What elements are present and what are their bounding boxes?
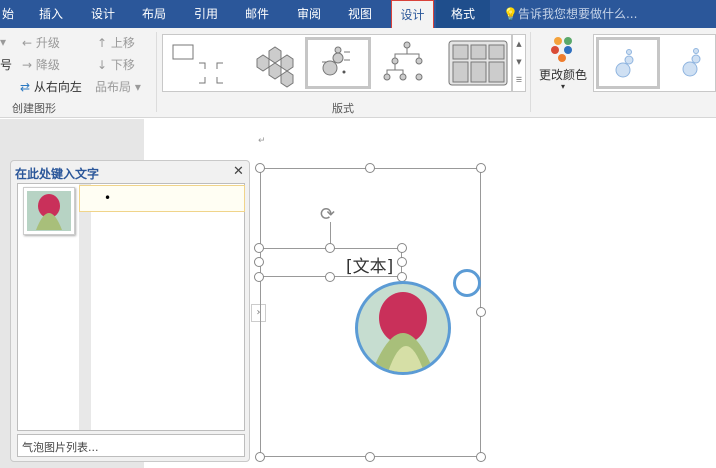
rose-bud-image — [372, 292, 434, 372]
layout-option-bubble-picture-list[interactable] — [305, 37, 371, 89]
rotate-handle-icon[interactable]: ⟳ — [320, 204, 335, 225]
layouts-group-label: 版式 — [332, 102, 354, 115]
resize-handle[interactable] — [254, 257, 264, 267]
scroll-up-icon[interactable]: ▲ — [513, 35, 525, 53]
layouts-gallery — [162, 34, 512, 92]
text-pane: 在此处键入文字 ✕ • 气泡图片列表... — [10, 160, 250, 462]
tab-review[interactable]: 审阅 — [294, 0, 324, 28]
tab-view[interactable]: 视图 — [345, 0, 375, 28]
layout-option-hexagons[interactable] — [237, 37, 303, 89]
layout-description-link[interactable]: 气泡图片列表... — [17, 434, 245, 457]
move-up-button[interactable]: ↑ 上移 — [97, 34, 135, 51]
text-placeholder[interactable]: [文本] — [346, 252, 393, 277]
resize-handle[interactable] — [255, 452, 265, 462]
small-bubble-shape[interactable] — [453, 269, 481, 297]
resize-handle[interactable] — [254, 272, 264, 282]
tab-insert[interactable]: 插入 — [36, 0, 66, 28]
change-colors-button[interactable]: 更改颜色 — [539, 66, 587, 83]
right-to-left-button[interactable]: ⇄ 从右向左 — [20, 78, 82, 95]
resize-handle[interactable] — [397, 257, 407, 267]
resize-handle[interactable] — [476, 452, 486, 462]
group-divider — [530, 32, 531, 112]
close-icon[interactable]: ✕ — [233, 164, 244, 179]
paragraph-mark: ↵ — [258, 136, 266, 146]
group-divider — [156, 32, 157, 112]
layout-option-frame[interactable] — [167, 37, 233, 89]
layout-option-hierarchy[interactable] — [375, 37, 441, 89]
style-option[interactable] — [596, 37, 660, 89]
tell-me-box[interactable]: 💡告诉我您想要做什么... — [503, 0, 643, 28]
resize-handle[interactable] — [255, 163, 265, 173]
promote-button[interactable]: ← 升级 — [22, 34, 60, 51]
scroll-down-icon[interactable]: ▼ — [513, 53, 525, 71]
smartart-styles-gallery — [593, 34, 716, 92]
text-pane-title: 在此处键入文字 — [15, 167, 100, 181]
tab-layout[interactable]: 布局 — [139, 0, 169, 28]
create-graphic-group-label: 创建图形 — [12, 102, 56, 115]
layout-button[interactable]: 品布局 ▾ — [95, 78, 141, 95]
swap-icon: ⇄ — [20, 80, 31, 94]
resize-handle[interactable] — [365, 452, 375, 462]
style-option[interactable] — [666, 37, 716, 89]
demote-button[interactable]: → 降级 — [22, 56, 60, 73]
tab-references[interactable]: 引用 — [191, 0, 221, 28]
gallery-scroll[interactable]: ▲ ▼ ☰ — [512, 34, 526, 92]
resize-handle[interactable] — [397, 243, 407, 253]
tab-design[interactable]: 设计 — [88, 0, 118, 28]
resize-handle[interactable] — [325, 272, 335, 282]
text-entry-bullet[interactable]: • — [79, 185, 245, 212]
resize-handle[interactable] — [365, 163, 375, 173]
chevron-down-icon[interactable]: ▾ — [561, 82, 565, 91]
picture-bubble-shape[interactable] — [355, 281, 451, 375]
org-chart-icon: 品 — [95, 80, 108, 94]
resize-handle[interactable] — [254, 243, 264, 253]
indent-bar — [79, 184, 91, 430]
tab-smartart-design[interactable]: 设计 — [391, 0, 434, 30]
ribbon-tab-bar: 始 插入 设计 布局 引用 邮件 审阅 视图 设计 格式 💡告诉我您想要做什么.… — [0, 0, 716, 30]
layout-option-table-list[interactable] — [445, 37, 511, 89]
picture-thumbnail[interactable] — [23, 187, 75, 235]
bullet-dropdown-arrow[interactable]: ▾ — [0, 35, 6, 49]
resize-handle[interactable] — [325, 243, 335, 253]
add-bullet-button[interactable]: 号 — [0, 56, 12, 73]
color-dots-icon — [548, 36, 578, 62]
move-down-button[interactable]: ↓ 下移 — [97, 56, 135, 73]
tab-format[interactable]: 格式 — [436, 0, 490, 28]
tab-home[interactable]: 始 — [0, 0, 16, 28]
gallery-more-icon[interactable]: ☰ — [513, 71, 525, 89]
tab-mailings[interactable]: 邮件 — [242, 0, 272, 28]
text-pane-list: • — [17, 183, 245, 431]
resize-handle[interactable] — [476, 307, 486, 317]
lightbulb-icon: 💡 — [503, 7, 518, 21]
resize-handle[interactable] — [476, 163, 486, 173]
